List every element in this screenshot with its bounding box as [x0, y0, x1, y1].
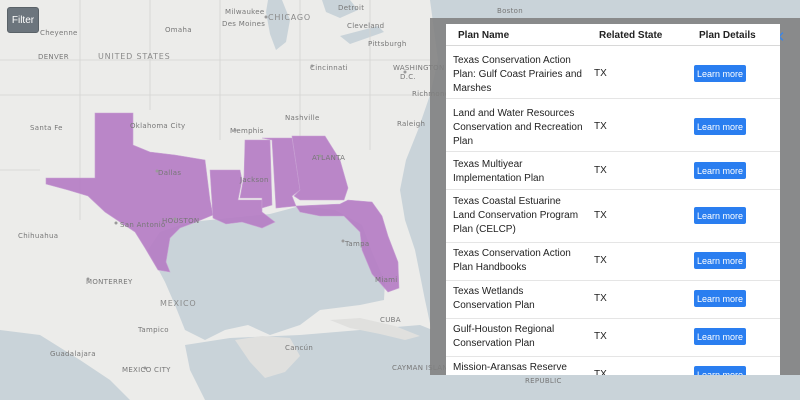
table-row: Texas Wetlands Conservation Plan TX Lear… [446, 282, 780, 319]
svg-text:Omaha: Omaha [165, 26, 192, 34]
filter-button[interactable]: Filter [7, 7, 39, 33]
plan-state: TX [594, 255, 607, 266]
learn-more-button[interactable]: Learn more [694, 290, 746, 307]
svg-text:Guadalajara: Guadalajara [50, 350, 96, 358]
svg-text:MONTERREY: MONTERREY [86, 278, 133, 286]
svg-text:Dallas: Dallas [158, 169, 181, 177]
svg-text:Cancún: Cancún [285, 344, 313, 352]
table-row: Gulf-Houston Regional Conservation Plan … [446, 320, 780, 357]
svg-text:Detroit: Detroit [338, 4, 364, 12]
svg-text:Tampico: Tampico [137, 326, 169, 334]
svg-text:San Antonio: San Antonio [120, 221, 166, 229]
learn-more-button[interactable]: Learn more [694, 328, 746, 345]
svg-text:Pittsburgh: Pittsburgh [368, 40, 407, 48]
svg-text:Oklahoma City: Oklahoma City [130, 122, 185, 130]
plan-name: Texas Conservation Action Plan Handbooks [453, 248, 571, 273]
svg-text:D.C.: D.C. [400, 73, 416, 81]
svg-text:HOUSTON: HOUSTON [162, 217, 199, 225]
table-row: Texas Multiyear Implementation Plan TX L… [446, 153, 780, 190]
svg-text:Miami: Miami [375, 276, 398, 284]
table-row: Land and Water Resources Conservation an… [446, 100, 780, 152]
svg-text:Des Moines: Des Moines [222, 20, 265, 28]
svg-text:Cincinnati: Cincinnati [310, 64, 348, 72]
learn-more-button[interactable]: Learn more [694, 65, 746, 82]
header-plan-details: Plan Details [699, 30, 756, 41]
plan-state: TX [594, 331, 607, 342]
svg-text:Cheyenne: Cheyenne [40, 29, 78, 37]
svg-text:ATLANTA: ATLANTA [312, 154, 345, 162]
learn-more-button[interactable]: Learn more [694, 207, 746, 224]
svg-text:Tampa: Tampa [344, 240, 369, 248]
header-related-state: Related State [599, 30, 663, 41]
table-row: Texas Coastal Estuarine Land Conservatio… [446, 191, 780, 243]
table-header: Plan Name Related State Plan Details [446, 24, 780, 46]
svg-text:Boston: Boston [497, 7, 523, 15]
plan-state: TX [594, 369, 607, 375]
plan-name: Texas Conservation Action Plan: Gulf Coa… [453, 55, 582, 94]
learn-more-button[interactable]: Learn more [694, 162, 746, 179]
plan-name: Texas Multiyear Implementation Plan [453, 159, 545, 184]
table-row: Texas Conservation Action Plan: Gulf Coa… [446, 47, 780, 99]
svg-text:CUBA: CUBA [380, 316, 401, 324]
svg-text:Raleigh: Raleigh [397, 120, 425, 128]
plan-state: TX [594, 68, 607, 79]
svg-text:Jackson: Jackson [239, 176, 269, 184]
svg-text:REPUBLIC: REPUBLIC [525, 377, 562, 385]
table-row: Mission-Aransas Reserve TX Learn more [446, 358, 780, 375]
svg-text:Santa Fe: Santa Fe [30, 124, 63, 132]
learn-more-button[interactable]: Learn more [694, 118, 746, 135]
plan-name: Land and Water Resources Conservation an… [453, 108, 583, 147]
plan-name: Texas Coastal Estuarine Land Conservatio… [453, 196, 579, 235]
plan-name: Mission-Aransas Reserve [453, 362, 567, 373]
svg-text:Chihuahua: Chihuahua [18, 232, 58, 240]
plan-state: TX [594, 210, 607, 221]
plan-state: TX [594, 121, 607, 132]
plan-state: TX [594, 165, 607, 176]
plan-name: Gulf-Houston Regional Conservation Plan [453, 324, 555, 349]
svg-text:Cleveland: Cleveland [347, 22, 384, 30]
svg-text:DENVER: DENVER [38, 53, 69, 61]
plans-table-panel: Plan Name Related State Plan Details Tex… [446, 24, 780, 375]
svg-text:UNITED STATES: UNITED STATES [98, 52, 170, 61]
header-plan-name: Plan Name [458, 30, 510, 41]
svg-text:Nashville: Nashville [285, 114, 320, 122]
svg-text:MEXICO CITY: MEXICO CITY [122, 366, 171, 374]
table-row: Texas Conservation Action Plan Handbooks… [446, 244, 780, 281]
svg-text:MEXICO: MEXICO [160, 299, 196, 308]
svg-text:CHICAGO: CHICAGO [268, 13, 311, 22]
learn-more-button[interactable]: Learn more [694, 252, 746, 269]
svg-text:Milwaukee: Milwaukee [225, 8, 265, 16]
plan-name: Texas Wetlands Conservation Plan [453, 286, 535, 311]
learn-more-button[interactable]: Learn more [694, 366, 746, 375]
plan-state: TX [594, 293, 607, 304]
